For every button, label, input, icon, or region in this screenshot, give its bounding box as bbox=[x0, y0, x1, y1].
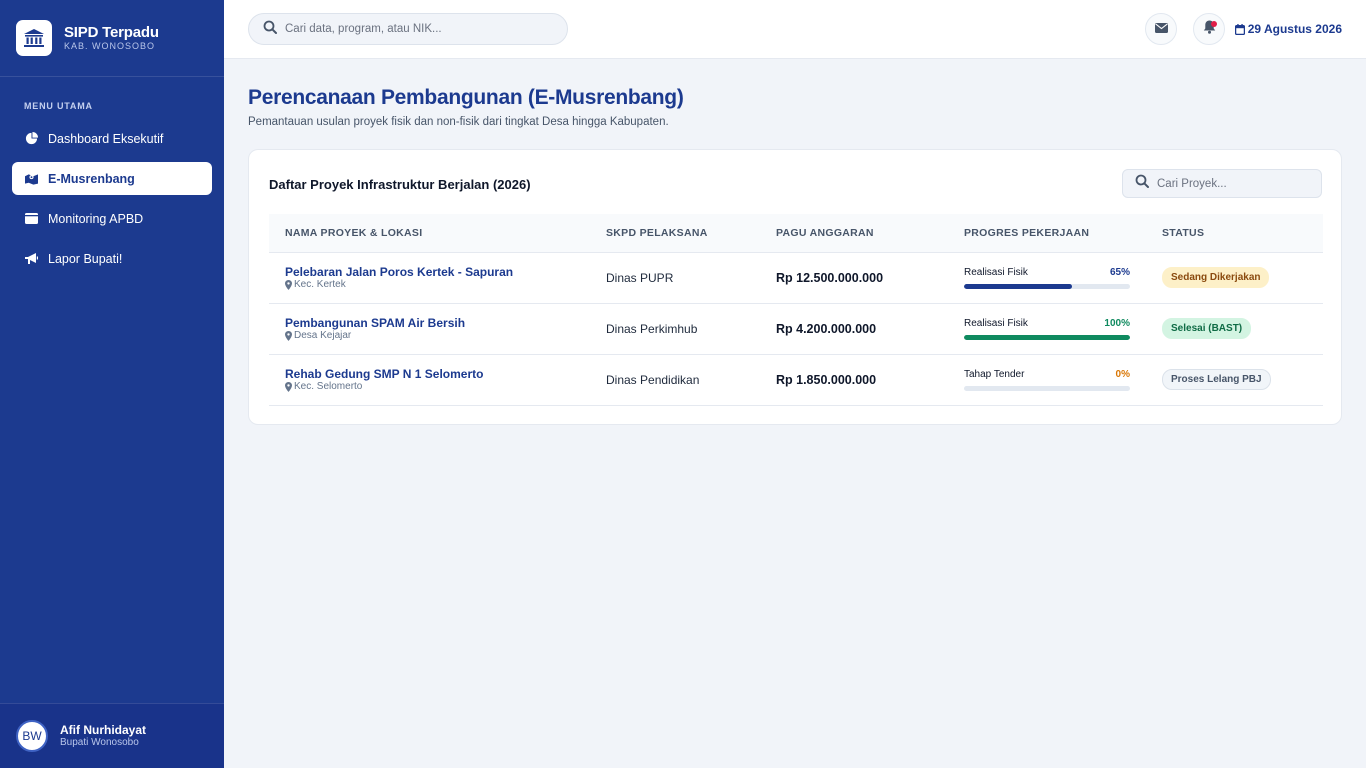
progress-label: Tahap Tender bbox=[964, 369, 1025, 380]
column-header-skpd: SKPD PELAKSANA bbox=[590, 214, 760, 253]
building-icon bbox=[16, 20, 52, 56]
project-cell: Pembangunan SPAM Air Bersih Desa Kejajar bbox=[269, 303, 590, 355]
page-subtitle: Pemantauan usulan proyek fisik dan non-f… bbox=[248, 116, 669, 128]
map-pin-icon bbox=[285, 330, 292, 341]
wallet-icon bbox=[24, 212, 38, 226]
progress-label: Realisasi Fisik bbox=[964, 267, 1028, 278]
project-location: Desa Kejajar bbox=[285, 330, 590, 342]
user-name: Afif Nurhidayat bbox=[60, 723, 147, 737]
user-profile[interactable]: BW Afif Nurhidayat Bupati Wonosobo bbox=[0, 703, 224, 768]
progress-bar-fill bbox=[964, 335, 1130, 340]
project-name[interactable]: Rehab Gedung SMP N 1 Selomerto bbox=[285, 367, 590, 381]
location-text: Kec. Selomerto bbox=[294, 380, 363, 392]
page-title: Perencanaan Pembangunan (E-Musrenbang) bbox=[248, 86, 684, 109]
avatar: BW bbox=[16, 720, 48, 752]
project-search[interactable] bbox=[1122, 169, 1322, 198]
budget-value: Rp 1.850.000.000 bbox=[776, 372, 877, 387]
project-cell: Rehab Gedung SMP N 1 Selomerto Kec. Selo… bbox=[269, 354, 590, 406]
budget-cell: Rp 1.850.000.000 bbox=[760, 354, 948, 406]
progress-bar bbox=[964, 386, 1130, 391]
table-row[interactable]: Rehab Gedung SMP N 1 Selomerto Kec. Selo… bbox=[269, 354, 1323, 406]
brand-subtitle: KAB. WONOSOBO bbox=[64, 41, 156, 51]
location-text: Kec. Kertek bbox=[294, 278, 346, 290]
projects-card: Daftar Proyek Infrastruktur Berjalan (20… bbox=[248, 149, 1342, 425]
sidebar-item-monitoring-apbd[interactable]: Monitoring APBD bbox=[12, 202, 212, 235]
sidebar-menu: Dashboard Eksekutif E-Musrenbang Monitor… bbox=[12, 122, 212, 282]
status-cell: Proses Lelang PBJ bbox=[1146, 354, 1323, 406]
sidebar-item-dashboard-eksekutif[interactable]: Dashboard Eksekutif bbox=[12, 122, 212, 155]
sidebar-item-label: Monitoring APBD bbox=[48, 211, 144, 226]
skpd-cell: Dinas PUPR bbox=[590, 252, 760, 304]
project-name[interactable]: Pembangunan SPAM Air Bersih bbox=[285, 316, 590, 330]
table-header-row: NAMA PROYEK & LOKASI SKPD PELAKSANA PAGU… bbox=[269, 214, 1323, 253]
notifications-button[interactable] bbox=[1193, 13, 1225, 45]
status-badge: Selesai (BAST) bbox=[1162, 318, 1252, 339]
budget-value: Rp 4.200.000.000 bbox=[776, 321, 877, 336]
search-icon bbox=[1135, 174, 1149, 193]
sidebar-item-e-musrenbang[interactable]: E-Musrenbang bbox=[12, 162, 212, 195]
map-icon bbox=[24, 172, 38, 186]
brand[interactable]: SIPD Terpadu KAB. WONOSOBO bbox=[0, 0, 224, 77]
status-cell: Selesai (BAST) bbox=[1146, 303, 1323, 355]
progress-cell: Realisasi Fisik 100% bbox=[948, 303, 1146, 355]
topbar: 29 Agustus 2026 bbox=[224, 0, 1366, 59]
progress-label: Realisasi Fisik bbox=[964, 318, 1028, 329]
sidebar-item-label: Lapor Bupati! bbox=[48, 251, 123, 266]
column-header-status: STATUS bbox=[1146, 214, 1323, 253]
column-header-budget: PAGU ANGGARAN bbox=[760, 214, 948, 253]
skpd-cell: Dinas Pendidikan bbox=[590, 354, 760, 406]
notification-dot bbox=[1211, 21, 1217, 27]
skpd-cell: Dinas Perkimhub bbox=[590, 303, 760, 355]
column-header-project: NAMA PROYEK & LOKASI bbox=[269, 214, 590, 253]
progress-cell: Realisasi Fisik 65% bbox=[948, 252, 1146, 304]
map-pin-icon bbox=[285, 279, 292, 290]
status-badge: Sedang Dikerjakan bbox=[1162, 267, 1270, 288]
project-name[interactable]: Pelebaran Jalan Poros Kertek - Sapuran bbox=[285, 265, 590, 279]
location-text: Desa Kejajar bbox=[294, 329, 352, 341]
progress-percent: 0% bbox=[1115, 369, 1130, 380]
messages-button[interactable] bbox=[1145, 13, 1177, 45]
current-date: 29 Agustus 2026 bbox=[1234, 22, 1342, 36]
status-badge: Proses Lelang PBJ bbox=[1162, 369, 1271, 390]
sidebar-item-label: E-Musrenbang bbox=[48, 171, 135, 186]
projects-table: NAMA PROYEK & LOKASI SKPD PELAKSANA PAGU… bbox=[269, 214, 1323, 406]
map-pin-icon bbox=[285, 381, 292, 392]
budget-value: Rp 12.500.000.000 bbox=[776, 270, 884, 285]
envelope-icon bbox=[1154, 20, 1168, 38]
menu-heading: MENU UTAMA bbox=[24, 101, 93, 111]
project-search-input[interactable] bbox=[1157, 177, 1307, 190]
date-text: 29 Agustus 2026 bbox=[1247, 22, 1342, 36]
budget-cell: Rp 4.200.000.000 bbox=[760, 303, 948, 355]
progress-cell: Tahap Tender 0% bbox=[948, 354, 1146, 406]
status-cell: Sedang Dikerjakan bbox=[1146, 252, 1323, 304]
progress-bar-fill bbox=[964, 284, 1072, 289]
global-search[interactable] bbox=[248, 13, 568, 45]
sidebar: SIPD Terpadu KAB. WONOSOBO MENU UTAMA Da… bbox=[0, 0, 224, 768]
sidebar-item-label: Dashboard Eksekutif bbox=[48, 131, 164, 146]
user-role: Bupati Wonosobo bbox=[60, 737, 139, 748]
project-location: Kec. Selomerto bbox=[285, 381, 590, 393]
column-header-progress: PROGRES PEKERJAAN bbox=[948, 214, 1146, 253]
progress-percent: 100% bbox=[1104, 318, 1130, 329]
megaphone-icon bbox=[24, 252, 38, 266]
brand-title: SIPD Terpadu bbox=[64, 24, 159, 41]
sidebar-item-lapor-bupati[interactable]: Lapor Bupati! bbox=[12, 242, 212, 275]
search-input[interactable] bbox=[285, 23, 545, 35]
progress-percent: 65% bbox=[1109, 267, 1130, 278]
table-row[interactable]: Pelebaran Jalan Poros Kertek - Sapuran K… bbox=[269, 252, 1323, 304]
project-location: Kec. Kertek bbox=[285, 279, 590, 291]
calendar-icon bbox=[1234, 23, 1245, 35]
budget-cell: Rp 12.500.000.000 bbox=[760, 252, 948, 304]
pie-chart-icon bbox=[24, 132, 38, 146]
card-title: Daftar Proyek Infrastruktur Berjalan (20… bbox=[269, 177, 531, 192]
progress-bar bbox=[964, 335, 1130, 340]
progress-bar bbox=[964, 284, 1130, 289]
search-icon bbox=[263, 20, 277, 39]
project-cell: Pelebaran Jalan Poros Kertek - Sapuran K… bbox=[269, 252, 590, 304]
table-row[interactable]: Pembangunan SPAM Air Bersih Desa Kejajar… bbox=[269, 303, 1323, 355]
